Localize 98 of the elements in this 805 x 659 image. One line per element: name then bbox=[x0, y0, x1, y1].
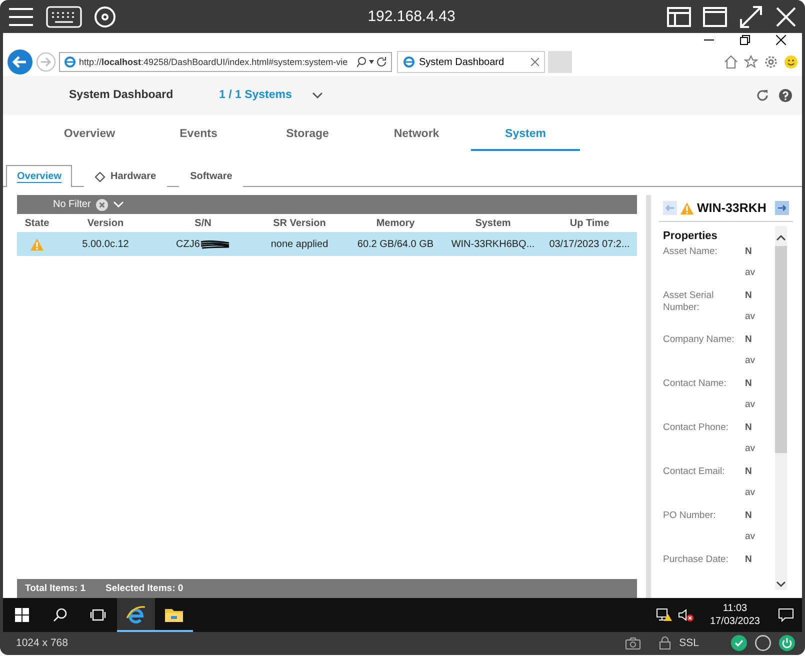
table-cell-text: none applied bbox=[270, 238, 330, 250]
help-icon[interactable] bbox=[779, 88, 792, 102]
property-value: av bbox=[745, 399, 756, 410]
diamond-icon bbox=[95, 172, 106, 182]
search-icon bbox=[53, 608, 67, 622]
main-tab[interactable]: Overview bbox=[35, 124, 144, 151]
table-cell-text: 5.00.0c.12 bbox=[81, 238, 130, 250]
dropdown-icon[interactable] bbox=[369, 60, 374, 64]
window-icon[interactable] bbox=[703, 6, 727, 26]
property-value: N bbox=[745, 246, 753, 257]
menu-icon[interactable] bbox=[8, 6, 34, 26]
section-title: Properties bbox=[663, 230, 718, 242]
table-row[interactable]: 5.00.0c.12 CZJ6 none applied 60.2 GB/64.0 GB WIN-33RKH6BQ... 03/17/2023 07:2... bbox=[17, 232, 637, 256]
property-label: PO Number: bbox=[663, 510, 717, 523]
camera-icon[interactable] bbox=[625, 636, 642, 650]
table-cell-text: WIN-33RKH6BQ... bbox=[450, 238, 536, 250]
property-value: av bbox=[745, 443, 756, 454]
property-value: av bbox=[745, 531, 756, 542]
next-button[interactable] bbox=[775, 201, 789, 215]
column-header[interactable]: Version bbox=[57, 218, 154, 228]
star-icon[interactable] bbox=[744, 55, 758, 70]
smiley-icon[interactable] bbox=[784, 55, 798, 70]
refresh-icon[interactable] bbox=[756, 88, 769, 102]
property-label: Company Name: bbox=[663, 334, 736, 347]
settings-icon[interactable] bbox=[764, 55, 778, 70]
table-cell-text: 60.2 GB/64.0 GB bbox=[356, 238, 435, 250]
detail-title: WIN-33RKH bbox=[697, 201, 766, 215]
sub-tab[interactable]: Overview bbox=[6, 165, 72, 187]
circle-icon bbox=[755, 635, 771, 651]
clear-icon[interactable] bbox=[96, 198, 108, 210]
page-title: System Dashboard bbox=[69, 89, 174, 102]
fullscreen-icon[interactable] bbox=[739, 4, 763, 28]
property-value: av bbox=[745, 487, 756, 498]
property-value: N bbox=[745, 290, 753, 301]
network-warning-icon[interactable] bbox=[656, 608, 672, 622]
property-label: Purchase Date: bbox=[663, 554, 730, 567]
restore-icon[interactable] bbox=[740, 35, 750, 45]
back-icon[interactable] bbox=[7, 49, 33, 76]
property-value: av bbox=[745, 355, 756, 366]
folder-icon bbox=[164, 607, 184, 623]
browser-taskbar-button[interactable] bbox=[117, 598, 155, 632]
browser-logo-icon bbox=[126, 605, 146, 625]
column-header[interactable]: Up Time bbox=[542, 218, 637, 228]
column-header[interactable]: S/N bbox=[154, 218, 252, 228]
browser-tab[interactable]: System Dashboard bbox=[397, 51, 545, 74]
notification-icon[interactable] bbox=[778, 608, 794, 622]
disc-icon[interactable] bbox=[94, 6, 116, 28]
close-icon[interactable] bbox=[776, 35, 786, 45]
property-value: N bbox=[745, 466, 753, 477]
property-label: Asset Name: bbox=[663, 246, 718, 259]
property-label: Contact Phone: bbox=[663, 422, 730, 435]
filter-label: No Filter bbox=[53, 199, 91, 210]
main-tab[interactable]: Storage bbox=[253, 124, 362, 151]
viewer-title: 192.168.4.43 bbox=[366, 8, 456, 25]
column-header[interactable]: Memory bbox=[347, 218, 444, 228]
property-label: Asset Serial Number: bbox=[663, 290, 715, 315]
column-header[interactable]: State bbox=[17, 218, 57, 228]
home-icon[interactable] bbox=[724, 55, 738, 70]
property-value: av bbox=[745, 311, 756, 322]
muted-volume-icon[interactable] bbox=[678, 608, 694, 622]
property-value: N bbox=[745, 554, 752, 565]
main-tab[interactable]: Network bbox=[362, 124, 471, 151]
chevron-up-icon[interactable] bbox=[776, 234, 786, 242]
browser-logo-icon bbox=[403, 56, 415, 68]
property-label: Contact Name: bbox=[663, 378, 728, 391]
main-tab[interactable]: Events bbox=[144, 124, 253, 151]
resolution-label: 1024 x 768 bbox=[16, 637, 69, 649]
main-tab[interactable]: System bbox=[471, 124, 580, 151]
property-value: N bbox=[745, 510, 753, 521]
table-cell: CZJ6 bbox=[176, 238, 200, 250]
property-value: av bbox=[745, 267, 756, 278]
ssl-label: SSL bbox=[679, 637, 699, 649]
layout-icon[interactable] bbox=[667, 6, 691, 26]
arrow-right-icon bbox=[778, 205, 786, 211]
refresh-icon[interactable] bbox=[377, 56, 387, 68]
column-header[interactable]: System bbox=[444, 218, 542, 228]
column-header[interactable]: SR Version bbox=[252, 218, 347, 228]
scrollbar[interactable] bbox=[775, 226, 787, 590]
selected-items: Selected Items: 0 bbox=[106, 583, 184, 594]
browser-logo-icon bbox=[64, 56, 76, 68]
arrow-left-icon bbox=[666, 205, 674, 211]
chevron-down-icon[interactable] bbox=[776, 580, 786, 588]
check-icon bbox=[731, 635, 747, 651]
address-field[interactable]: http://localhost:49258/DashBoardUI/index.html#system:system-vie bbox=[59, 52, 392, 72]
clock[interactable]: 11:03 17/03/2023 bbox=[710, 602, 760, 628]
table-cell-text: 03/17/2023 07:2... bbox=[548, 238, 631, 250]
lock-icon bbox=[659, 636, 672, 650]
property-value: N bbox=[745, 334, 753, 345]
windows-logo-icon bbox=[15, 608, 29, 622]
power-icon[interactable] bbox=[779, 635, 795, 651]
chevron-down-icon[interactable] bbox=[312, 92, 323, 99]
search-icon[interactable] bbox=[357, 56, 366, 68]
total-items: Total Items: 1 bbox=[25, 583, 86, 594]
task-view-icon bbox=[90, 609, 106, 621]
property-value: N bbox=[745, 422, 753, 433]
property-value: N bbox=[745, 378, 753, 389]
keyboard-icon[interactable] bbox=[46, 6, 82, 28]
property-label: Contact Email: bbox=[663, 466, 726, 479]
